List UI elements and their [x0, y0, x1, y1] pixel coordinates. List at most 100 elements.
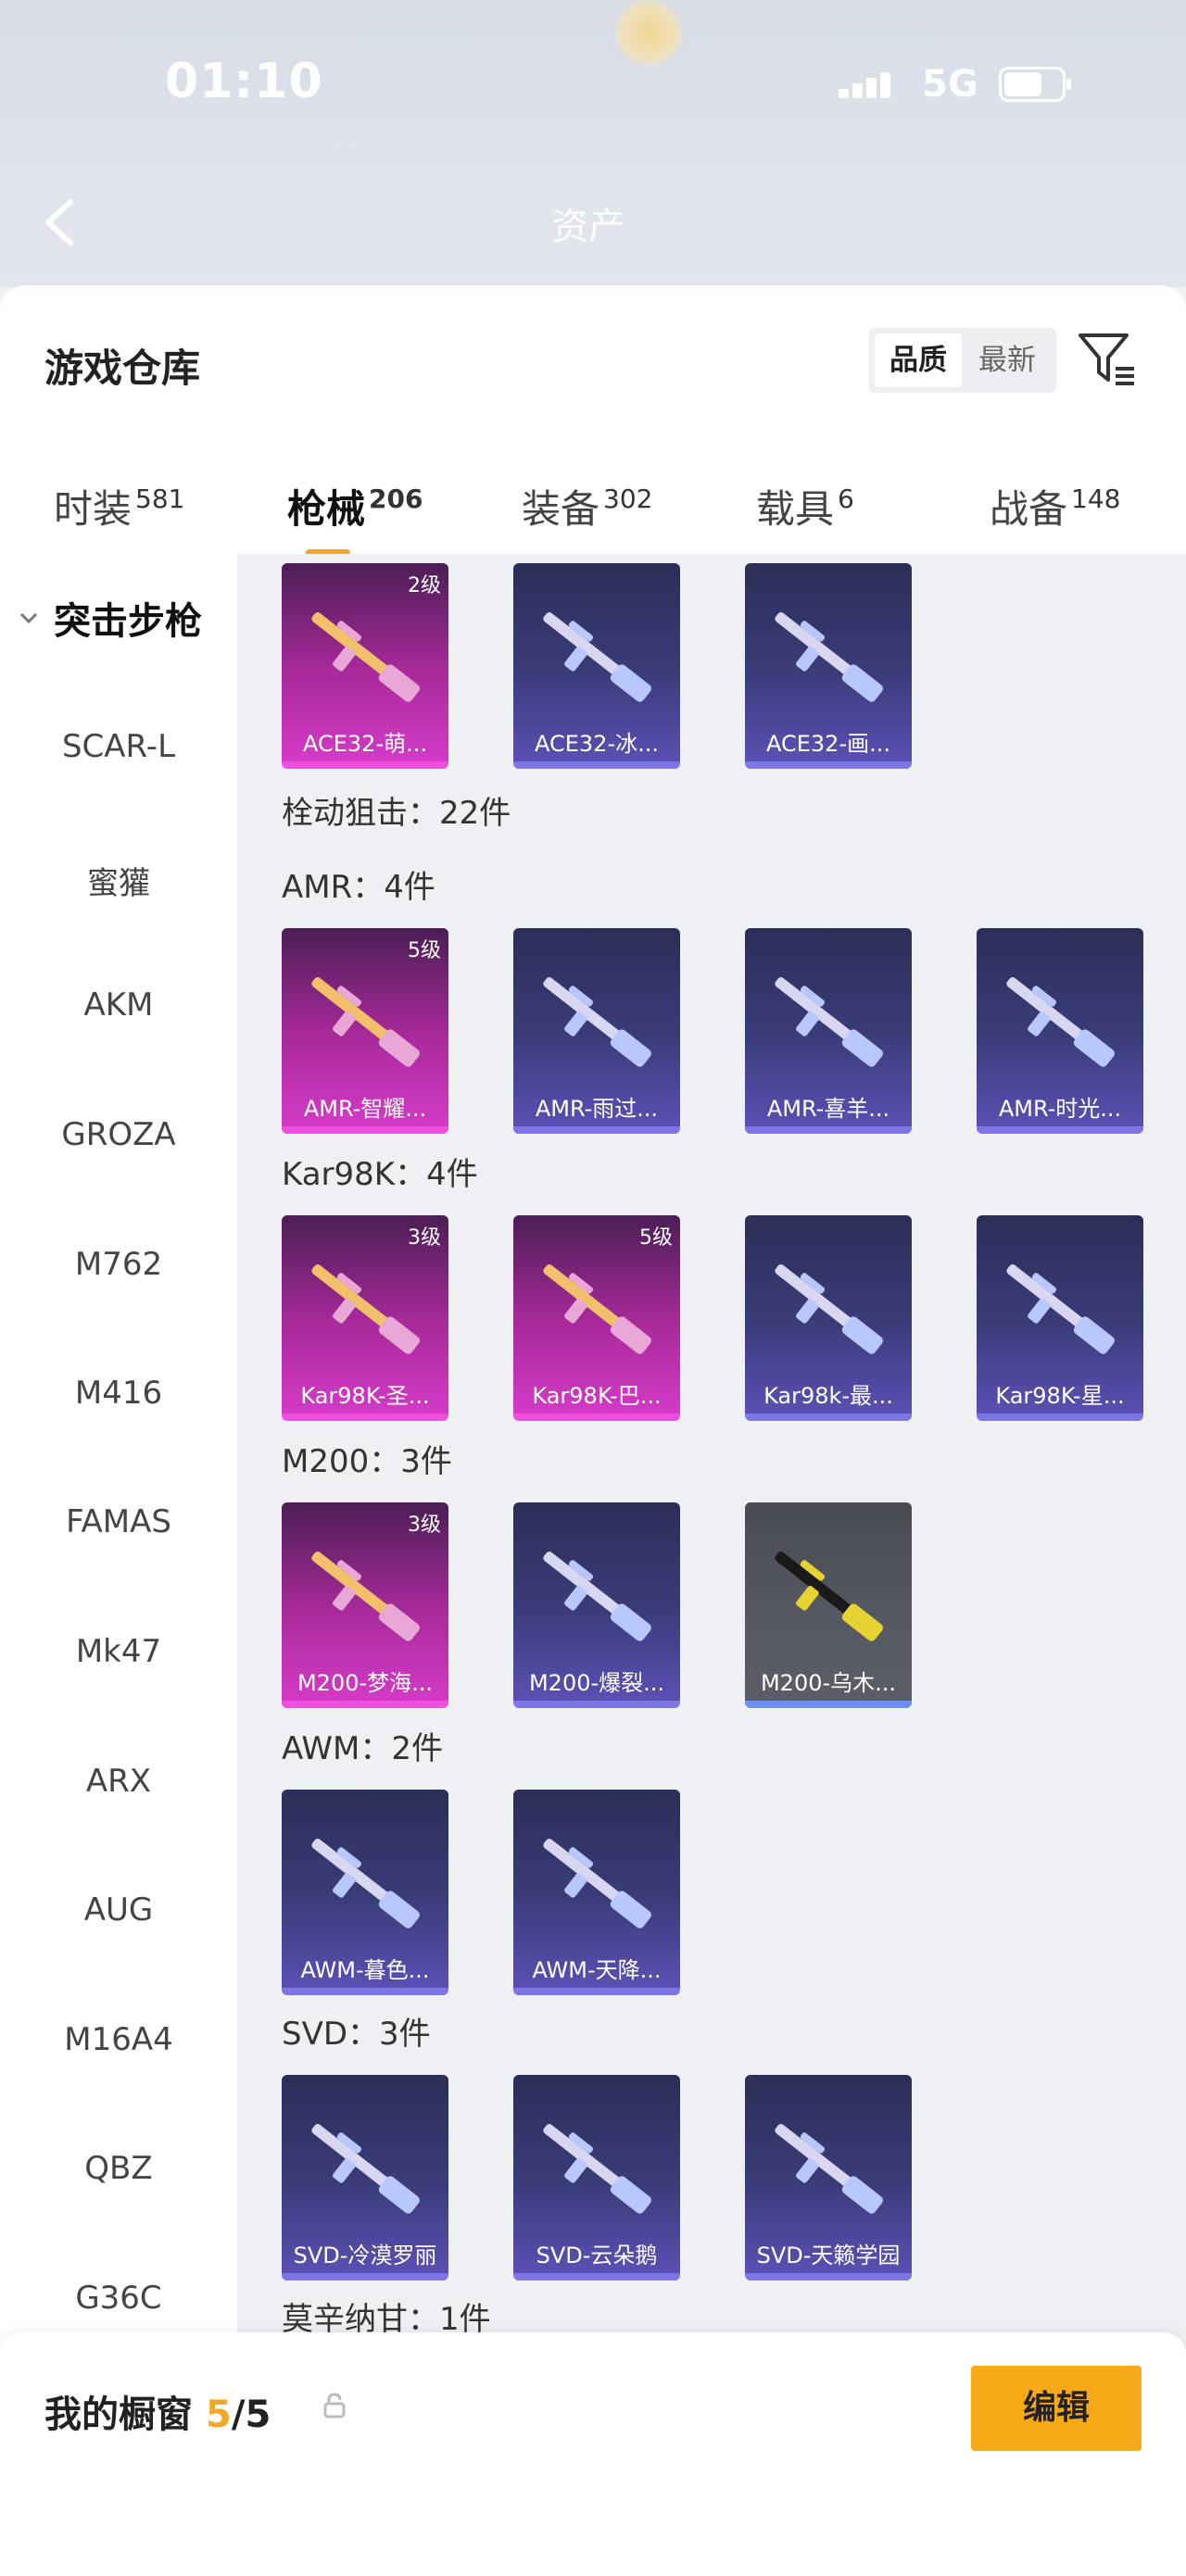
weapon-skin-grid: 2级 ACE32-萌... ACE32-冰... ACE32-画... 栓动狙击：22件…: [237, 554, 1186, 2406]
weapon-skin-card[interactable]: AWM-天降...: [513, 1790, 680, 1995]
weapon-skin-card[interactable]: AMR-时光...: [977, 928, 1143, 1134]
tab-vehicles[interactable]: 载具 6: [756, 478, 854, 534]
skin-name: AMR-智耀...: [303, 1096, 427, 1122]
weapon-skin-card[interactable]: SVD-天籁学园: [745, 2075, 912, 2281]
header-title: 资产: [551, 206, 625, 248]
skin-name: Kar98k-最...: [763, 1383, 893, 1409]
sidebar-item-groza[interactable]: GROZA: [0, 1116, 237, 1153]
backdrop-text: · · ·: [334, 130, 375, 160]
weapon-skin-card[interactable]: AMR-雨过...: [513, 928, 680, 1134]
rifle-icon: [775, 1551, 883, 1641]
sort-option-quality[interactable]: 品质: [875, 333, 962, 387]
sidebar-item-g36c[interactable]: G36C: [0, 2280, 237, 2317]
rifle-icon: [543, 2123, 651, 2214]
weapon-skin-card[interactable]: 3级 M200-梦海...: [282, 1502, 448, 1708]
section-label: Kar98K：4件: [282, 1156, 478, 1193]
sidebar-item-honey-badger[interactable]: 蜜獾: [0, 858, 237, 903]
tab-label: 载具: [756, 486, 835, 532]
skin-name: SVD-冷漠罗丽: [293, 2243, 437, 2268]
tab-fashion[interactable]: 时装 581: [54, 478, 184, 534]
showcase-label: 我的橱窗: [44, 2394, 193, 2436]
skin-name: AMR-时光...: [998, 1096, 1122, 1122]
skin-name: AMR-喜羊...: [766, 1096, 890, 1122]
weapon-skin-card[interactable]: M200-乌木...: [745, 1502, 912, 1708]
section-label: AMR：4件: [282, 869, 435, 906]
rifle-icon: [543, 976, 651, 1067]
weapon-skin-card[interactable]: 2级 ACE32-萌...: [282, 563, 448, 769]
status-time: 01:10: [165, 54, 323, 109]
rifle-icon: [775, 1263, 883, 1354]
section-label: AWM：2件: [282, 1730, 443, 1767]
category-tabs: 时装 581 枪械 206 装备 302 载具 6 战备 148: [0, 461, 1186, 557]
rifle-icon: [775, 611, 883, 702]
backdrop-text: · ·: [704, 28, 731, 60]
weapon-skin-card[interactable]: SVD-冷漠罗丽: [282, 2075, 448, 2281]
sidebar-item-arx[interactable]: ARX: [0, 1763, 237, 1800]
warehouse-sheet: 游戏仓库 品质 最新 时装 581 枪械 206 装备 302 载具 6 战备 …: [0, 285, 1186, 2576]
skin-name: M200-梦海...: [296, 1670, 434, 1696]
level-badge: 3级: [408, 1226, 441, 1250]
weapon-skin-card[interactable]: ACE32-冰...: [513, 563, 680, 769]
weapon-skin-card[interactable]: SVD-云朵鹅: [513, 2075, 680, 2281]
chevron-down-icon: [19, 612, 38, 624]
rifle-icon: [543, 1263, 651, 1354]
page-title: 游戏仓库: [44, 346, 201, 391]
skin-name: ACE32-画...: [765, 731, 890, 757]
tab-label: 战备: [990, 486, 1068, 532]
tab-count: 206: [369, 484, 423, 514]
rifle-icon: [775, 976, 883, 1067]
weapon-skin-card[interactable]: Kar98K-星...: [977, 1215, 1143, 1421]
sidebar-category-assault-rifle[interactable]: 突击步枪: [19, 591, 202, 645]
showcase-title: 我的橱窗 5/5: [44, 2384, 271, 2438]
network-type: 5G: [922, 63, 978, 106]
tab-count: 581: [135, 484, 185, 514]
tab-supplies[interactable]: 战备 148: [990, 478, 1120, 534]
sidebar-item-akm[interactable]: AKM: [0, 986, 237, 1024]
sheet-header: 游戏仓库 品质 最新 时装 581 枪械 206 装备 302 载具 6 战备 …: [0, 285, 1186, 557]
sidebar-item-m16a4[interactable]: M16A4: [0, 2021, 237, 2058]
level-badge: 3级: [408, 1514, 441, 1537]
weapon-skin-card[interactable]: AMR-喜羊...: [745, 928, 912, 1134]
rifle-icon: [543, 1551, 651, 1641]
weapon-skin-card[interactable]: 5级 Kar98K-巴...: [513, 1215, 680, 1421]
sidebar-category-label: 突击步枪: [54, 600, 202, 643]
skin-name: ACE32-冰...: [534, 731, 659, 757]
weapon-skin-card[interactable]: AWM-暮色...: [282, 1790, 448, 1995]
rifle-icon: [775, 2123, 883, 2214]
tab-label: 装备: [522, 486, 600, 532]
rifle-icon: [1006, 1263, 1115, 1354]
sidebar-item-aug[interactable]: AUG: [0, 1891, 237, 1929]
rifle-icon: [543, 1838, 651, 1929]
skin-name: M200-爆裂...: [528, 1670, 665, 1696]
sidebar-item-m416[interactable]: M416: [0, 1375, 237, 1412]
tab-label: 时装: [54, 486, 132, 532]
tab-equipment[interactable]: 装备 302: [522, 478, 652, 534]
tab-count: 148: [1071, 484, 1121, 514]
skin-name: ACE32-萌...: [302, 731, 427, 757]
filter-icon[interactable]: [1075, 330, 1140, 391]
tab-firearms[interactable]: 枪械 206: [287, 478, 423, 557]
showcase-count: 5: [206, 2394, 232, 2436]
weapon-skin-card[interactable]: Kar98k-最...: [745, 1215, 912, 1421]
rifle-icon: [1006, 976, 1115, 1067]
weapon-skin-card[interactable]: M200-爆裂...: [513, 1502, 680, 1708]
sidebar-item-mk47[interactable]: Mk47: [0, 1633, 237, 1670]
back-arrow-icon[interactable]: [37, 195, 83, 250]
sidebar-item-famas[interactable]: FAMAS: [0, 1503, 237, 1540]
tab-count: 302: [603, 484, 653, 514]
sidebar-item-scar-l[interactable]: SCAR-L: [0, 728, 237, 765]
top-header: · · · · · · · · 01:10 5G 资产: [0, 0, 1186, 287]
rifle-icon: [311, 611, 420, 702]
sidebar-item-m762[interactable]: M762: [0, 1246, 237, 1283]
edit-button[interactable]: 编辑: [971, 2366, 1142, 2451]
battery-icon: [999, 67, 1071, 102]
weapon-skin-card[interactable]: 5级 AMR-智耀...: [282, 928, 448, 1134]
weapon-skin-card[interactable]: ACE32-画...: [745, 563, 912, 769]
skin-name: Kar98K-星...: [995, 1383, 1125, 1409]
skin-name: Kar98K-巴...: [532, 1383, 662, 1409]
sidebar-item-qbz[interactable]: QBZ: [0, 2150, 237, 2187]
sort-option-newest[interactable]: 最新: [964, 333, 1051, 387]
rifle-icon: [311, 976, 420, 1067]
signal-icon: [839, 70, 903, 98]
weapon-skin-card[interactable]: 3级 Kar98K-圣...: [282, 1215, 448, 1421]
